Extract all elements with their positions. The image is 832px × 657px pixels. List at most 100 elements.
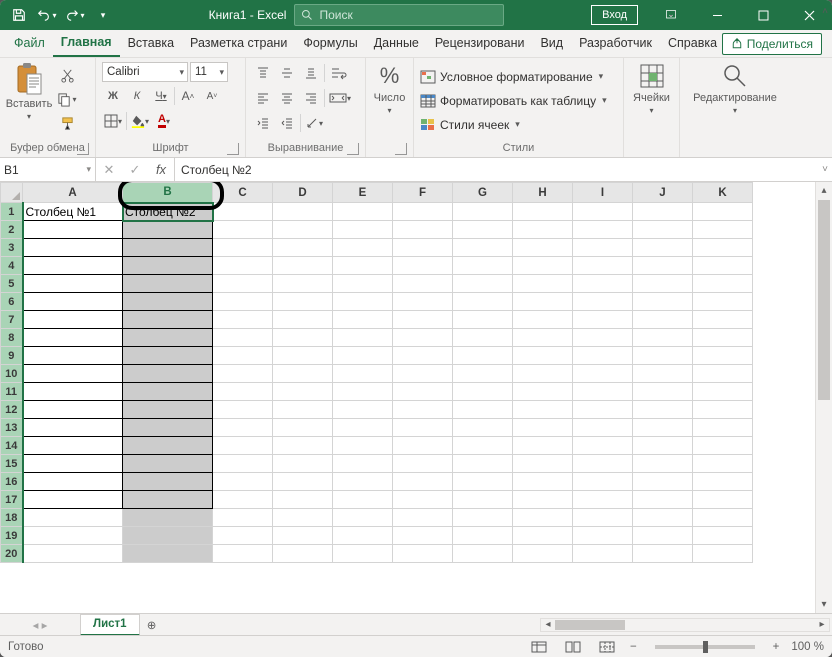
sheet-tab-active[interactable]: Лист1 <box>80 614 140 636</box>
cell-G16[interactable] <box>453 473 513 491</box>
cell-H4[interactable] <box>513 257 573 275</box>
zoom-slider[interactable] <box>655 645 755 649</box>
cell-J13[interactable] <box>633 419 693 437</box>
view-page-break-icon[interactable] <box>596 638 618 656</box>
scroll-up-icon[interactable]: ▴ <box>816 182 832 199</box>
cell-C7[interactable] <box>213 311 273 329</box>
worksheet-grid[interactable]: ABCDEFGHIJK1Столбец №1Столбец №223456789… <box>0 182 832 613</box>
cell-C20[interactable] <box>213 545 273 563</box>
cell-G20[interactable] <box>453 545 513 563</box>
cell-A13[interactable] <box>23 419 123 437</box>
cell-A4[interactable] <box>23 257 123 275</box>
row-header-8[interactable]: 8 <box>1 329 23 347</box>
cell-H6[interactable] <box>513 293 573 311</box>
cell-D12[interactable] <box>273 401 333 419</box>
cell-K16[interactable] <box>693 473 753 491</box>
cell-I5[interactable] <box>573 275 633 293</box>
cell-I1[interactable] <box>573 203 633 221</box>
cell-E16[interactable] <box>333 473 393 491</box>
row-header-19[interactable]: 19 <box>1 527 23 545</box>
vscroll-thumb[interactable] <box>818 200 830 400</box>
row-header-11[interactable]: 11 <box>1 383 23 401</box>
cell-C5[interactable] <box>213 275 273 293</box>
cell-A5[interactable] <box>23 275 123 293</box>
editing-button[interactable]: Редактирование ▾ <box>693 62 777 115</box>
row-header-10[interactable]: 10 <box>1 365 23 383</box>
cell-B9[interactable] <box>123 347 213 365</box>
cell-D5[interactable] <box>273 275 333 293</box>
cell-C18[interactable] <box>213 509 273 527</box>
maximize-icon[interactable] <box>740 0 786 30</box>
merge-cells-icon[interactable]: ▾ <box>327 87 353 109</box>
align-launcher[interactable] <box>347 143 359 155</box>
cell-D1[interactable] <box>273 203 333 221</box>
cell-F19[interactable] <box>393 527 453 545</box>
cell-H15[interactable] <box>513 455 573 473</box>
font-size-combo[interactable]: 11 <box>190 62 228 82</box>
cell-K2[interactable] <box>693 221 753 239</box>
orientation-icon[interactable]: ▾ <box>303 112 325 134</box>
cell-E11[interactable] <box>333 383 393 401</box>
cell-J6[interactable] <box>633 293 693 311</box>
borders-icon[interactable]: ▾ <box>102 110 124 132</box>
cell-K14[interactable] <box>693 437 753 455</box>
cell-H3[interactable] <box>513 239 573 257</box>
cell-E14[interactable] <box>333 437 393 455</box>
cell-C16[interactable] <box>213 473 273 491</box>
cell-A10[interactable] <box>23 365 123 383</box>
cell-E1[interactable] <box>333 203 393 221</box>
cell-J11[interactable] <box>633 383 693 401</box>
cell-H10[interactable] <box>513 365 573 383</box>
cell-styles-button[interactable]: Стили ячеек▾ <box>420 115 617 135</box>
redo-icon[interactable]: ▾ <box>62 2 88 28</box>
cell-I8[interactable] <box>573 329 633 347</box>
cell-K7[interactable] <box>693 311 753 329</box>
cell-K1[interactable] <box>693 203 753 221</box>
new-sheet-button[interactable]: ⊕ <box>140 618 164 632</box>
paste-button[interactable]: Вставить ▾ <box>6 62 52 139</box>
cell-E5[interactable] <box>333 275 393 293</box>
cell-I14[interactable] <box>573 437 633 455</box>
cell-G6[interactable] <box>453 293 513 311</box>
cell-I11[interactable] <box>573 383 633 401</box>
cell-F16[interactable] <box>393 473 453 491</box>
tab-view[interactable]: Вид <box>532 29 571 57</box>
cell-E19[interactable] <box>333 527 393 545</box>
cell-B3[interactable] <box>123 239 213 257</box>
cell-H20[interactable] <box>513 545 573 563</box>
cell-D11[interactable] <box>273 383 333 401</box>
align-middle-icon[interactable] <box>276 62 298 84</box>
cell-B16[interactable] <box>123 473 213 491</box>
cell-B19[interactable] <box>123 527 213 545</box>
cell-J12[interactable] <box>633 401 693 419</box>
cell-H5[interactable] <box>513 275 573 293</box>
tab-home[interactable]: Главная <box>53 29 120 57</box>
cell-K20[interactable] <box>693 545 753 563</box>
cell-I9[interactable] <box>573 347 633 365</box>
cell-D17[interactable] <box>273 491 333 509</box>
cell-E20[interactable] <box>333 545 393 563</box>
cell-K18[interactable] <box>693 509 753 527</box>
cell-H9[interactable] <box>513 347 573 365</box>
cell-B15[interactable] <box>123 455 213 473</box>
number-format-button[interactable]: % Число ▾ <box>374 62 406 115</box>
minimize-icon[interactable] <box>694 0 740 30</box>
horizontal-scrollbar[interactable]: ◂ ▸ <box>540 618 830 632</box>
row-header-14[interactable]: 14 <box>1 437 23 455</box>
cell-D7[interactable] <box>273 311 333 329</box>
cell-F18[interactable] <box>393 509 453 527</box>
cell-J5[interactable] <box>633 275 693 293</box>
cell-I15[interactable] <box>573 455 633 473</box>
cell-D15[interactable] <box>273 455 333 473</box>
cell-H11[interactable] <box>513 383 573 401</box>
cell-J16[interactable] <box>633 473 693 491</box>
cell-D2[interactable] <box>273 221 333 239</box>
cell-J9[interactable] <box>633 347 693 365</box>
cell-I17[interactable] <box>573 491 633 509</box>
cell-F11[interactable] <box>393 383 453 401</box>
cell-C8[interactable] <box>213 329 273 347</box>
cell-C3[interactable] <box>213 239 273 257</box>
cell-F8[interactable] <box>393 329 453 347</box>
row-header-1[interactable]: 1 <box>1 203 23 221</box>
column-header-K[interactable]: K <box>693 183 753 203</box>
